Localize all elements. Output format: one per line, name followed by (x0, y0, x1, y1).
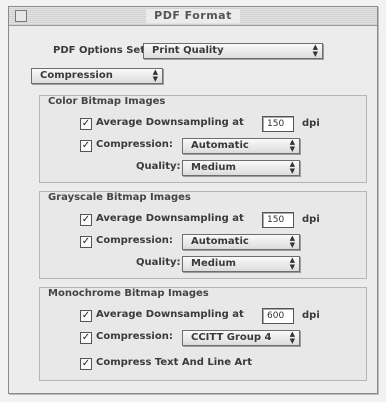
monochrome-compression-popup[interactable]: CCITT Group 4 ▲ ▼ (182, 330, 300, 346)
color-compression-label: Compression: (96, 139, 173, 150)
monochrome-compression-value: CCITT Group 4 (191, 332, 272, 343)
grayscale-compression-value: Automatic (191, 236, 249, 247)
compress-text-label: Compress Text And Line Art (96, 357, 253, 368)
grayscale-group-heading: Grayscale Bitmap Images (48, 192, 191, 203)
color-dpi-unit: dpi (302, 118, 320, 129)
monochrome-downsample-checkbox[interactable]: ✓ (80, 310, 92, 322)
pdf-options-set-popup[interactable]: Print Quality ▲ ▼ (143, 43, 323, 59)
close-box-icon[interactable] (15, 10, 27, 22)
monochrome-compression-checkbox[interactable]: ✓ (80, 332, 92, 344)
color-group-heading: Color Bitmap Images (48, 96, 166, 107)
color-downsample-label: Average Downsampling at (96, 117, 244, 128)
grayscale-quality-label: Quality: (136, 257, 181, 268)
color-compression-value: Automatic (191, 140, 249, 151)
monochrome-group-heading: Monochrome Bitmap Images (48, 288, 209, 299)
monochrome-dpi-unit: dpi (302, 310, 320, 321)
color-downsample-checkbox[interactable]: ✓ (80, 118, 92, 130)
up-down-arrows-icon: ▲ ▼ (289, 330, 295, 345)
window-title: PDF Format (146, 9, 240, 23)
grayscale-compression-checkbox[interactable]: ✓ (80, 236, 92, 248)
panel-menu-popup[interactable]: Compression ▲ ▼ (31, 68, 163, 84)
color-compression-popup[interactable]: Automatic ▲ ▼ (182, 138, 300, 154)
color-quality-popup[interactable]: Medium ▲ ▼ (182, 160, 300, 176)
grayscale-quality-value: Medium (191, 258, 236, 269)
grayscale-dpi-unit: dpi (302, 214, 320, 225)
grayscale-bitmap-group: Grayscale Bitmap Images ✓ Average Downsa… (39, 191, 367, 279)
color-bitmap-group: Color Bitmap Images ✓ Average Downsampli… (39, 95, 367, 183)
color-quality-value: Medium (191, 162, 236, 173)
monochrome-bitmap-group: Monochrome Bitmap Images ✓ Average Downs… (39, 287, 367, 381)
up-down-arrows-icon: ▲ ▼ (312, 43, 318, 58)
grayscale-compression-popup[interactable]: Automatic ▲ ▼ (182, 234, 300, 250)
monochrome-dpi-input[interactable]: 600 (262, 308, 294, 324)
up-down-arrows-icon: ▲ ▼ (152, 68, 158, 83)
up-down-arrows-icon: ▲ ▼ (289, 138, 295, 153)
pdf-options-set-label: PDF Options Set: (53, 45, 149, 56)
compress-text-checkbox[interactable]: ✓ (80, 358, 92, 370)
color-dpi-input[interactable]: 150 (262, 116, 294, 132)
up-down-arrows-icon: ▲ ▼ (289, 160, 295, 175)
color-compression-checkbox[interactable]: ✓ (80, 140, 92, 152)
pdf-options-set-value: Print Quality (152, 45, 224, 56)
grayscale-compression-label: Compression: (96, 235, 173, 246)
up-down-arrows-icon: ▲ ▼ (289, 256, 295, 271)
grayscale-dpi-input[interactable]: 150 (262, 212, 294, 228)
up-down-arrows-icon: ▲ ▼ (289, 234, 295, 249)
pdf-format-dialog: PDF Format PDF Options Set: Print Qualit… (8, 6, 378, 394)
grayscale-downsample-checkbox[interactable]: ✓ (80, 214, 92, 226)
monochrome-downsample-label: Average Downsampling at (96, 309, 244, 320)
color-quality-label: Quality: (136, 161, 181, 172)
grayscale-downsample-label: Average Downsampling at (96, 213, 244, 224)
panel-menu-value: Compression (40, 70, 113, 81)
grayscale-quality-popup[interactable]: Medium ▲ ▼ (182, 256, 300, 272)
monochrome-compression-label: Compression: (96, 331, 173, 342)
title-bar[interactable]: PDF Format (9, 7, 377, 26)
